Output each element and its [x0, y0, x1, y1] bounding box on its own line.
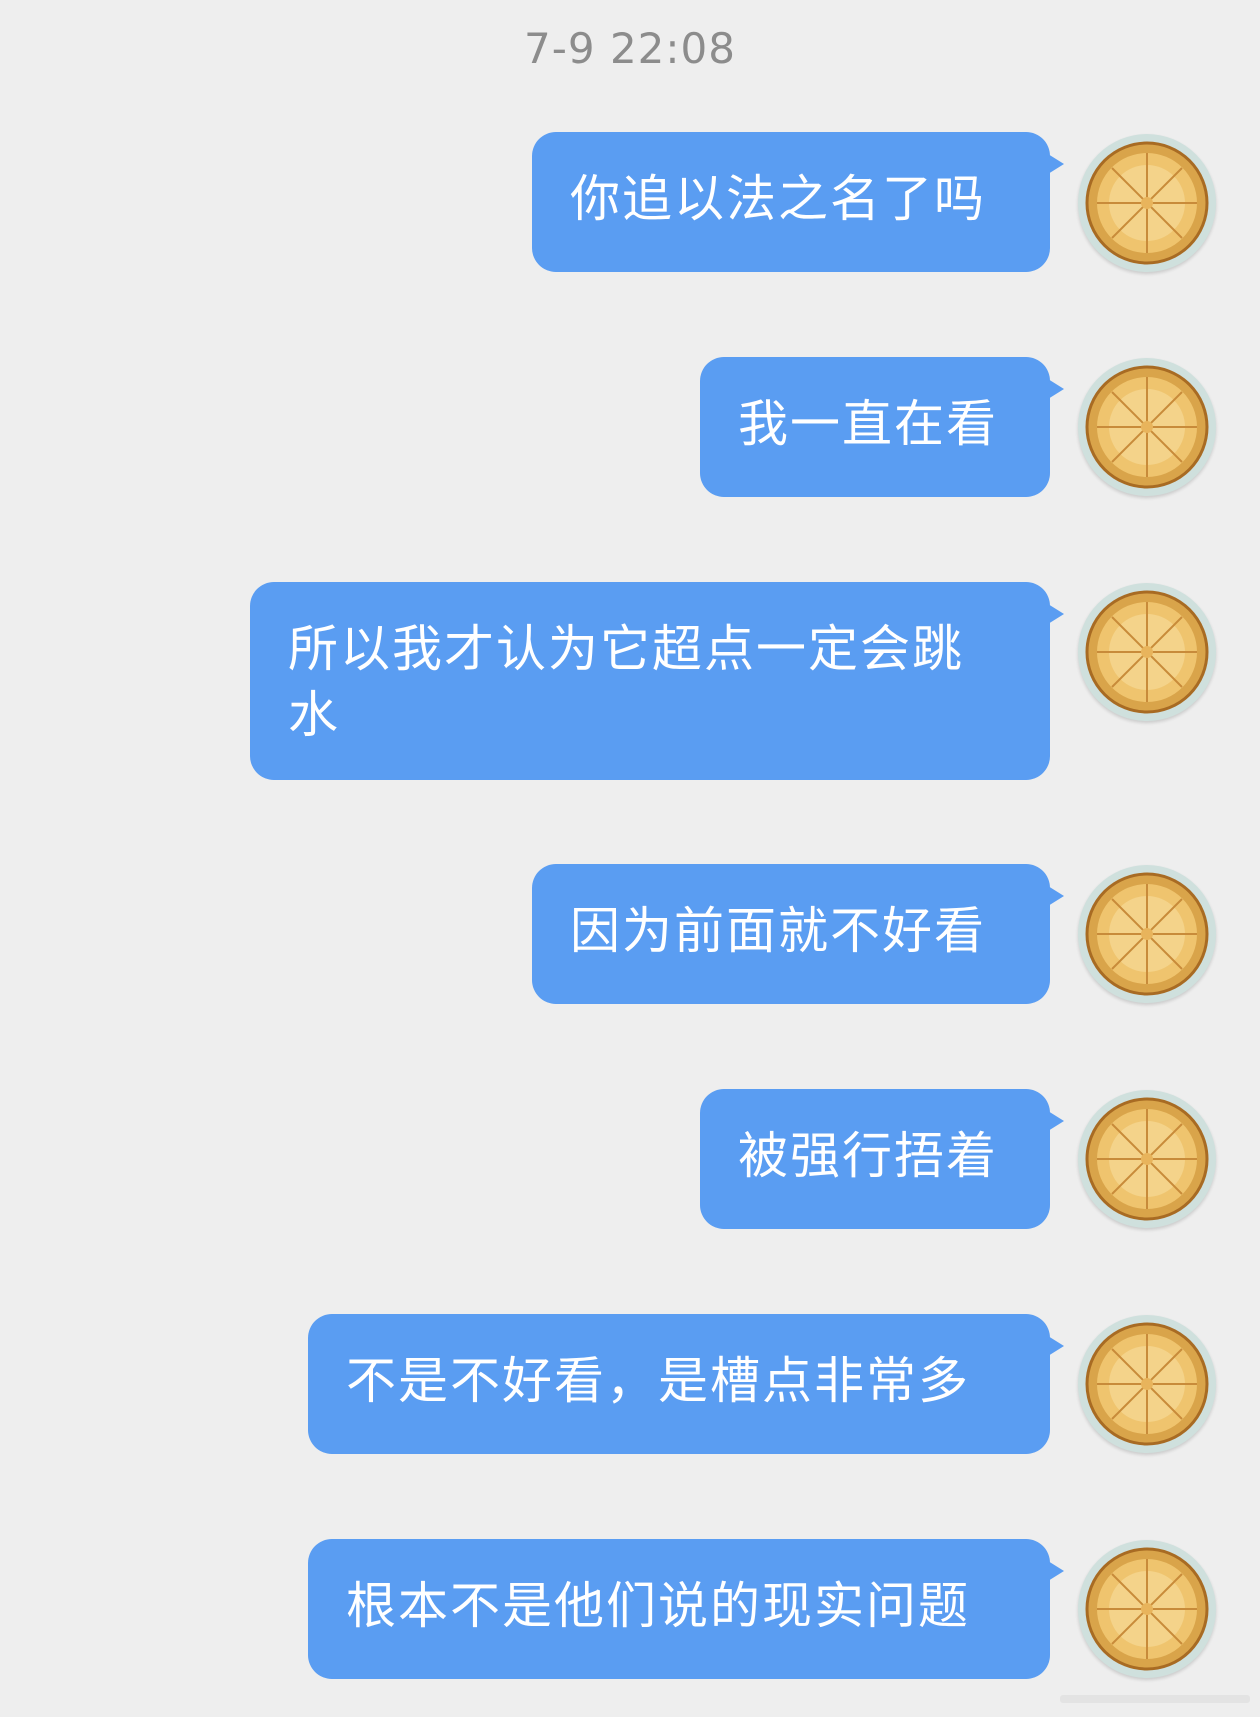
message-timestamp: 7-9 22:08 [524, 24, 736, 73]
pie-icon [1079, 1541, 1215, 1677]
watermark [1060, 1690, 1250, 1703]
avatar[interactable] [1078, 358, 1216, 496]
pie-icon [1079, 135, 1215, 271]
message-bubble[interactable]: 因为前面就不好看 [532, 864, 1064, 1004]
message-text: 被强行捂着 [738, 1127, 998, 1185]
pie-icon [1079, 584, 1215, 720]
message-text: 你追以法之名了吗 [570, 170, 986, 228]
message-bubble[interactable]: 不是不好看，是槽点非常多 [308, 1314, 1064, 1454]
message-bubble[interactable]: 我一直在看 [700, 357, 1064, 497]
message-bubble[interactable]: 你追以法之名了吗 [532, 132, 1064, 272]
pie-icon [1079, 359, 1215, 495]
avatar[interactable] [1078, 1090, 1216, 1228]
message-text: 我一直在看 [738, 395, 998, 453]
avatar[interactable] [1078, 134, 1216, 272]
message-bubble[interactable]: 被强行捂着 [700, 1089, 1064, 1229]
pie-icon [1079, 1316, 1215, 1452]
avatar[interactable] [1078, 865, 1216, 1003]
message-text: 所以我才认为它超点一定会跳水 [288, 620, 964, 744]
message-bubble[interactable]: 根本不是他们说的现实问题 [308, 1539, 1064, 1679]
pie-icon [1079, 866, 1215, 1002]
message-bubble[interactable]: 所以我才认为它超点一定会跳水 [250, 582, 1064, 780]
message-text: 根本不是他们说的现实问题 [346, 1577, 970, 1635]
message-text: 不是不好看，是槽点非常多 [346, 1352, 970, 1410]
pie-icon [1079, 1091, 1215, 1227]
message-text: 因为前面就不好看 [570, 902, 986, 960]
avatar[interactable] [1078, 583, 1216, 721]
avatar[interactable] [1078, 1315, 1216, 1453]
avatar[interactable] [1078, 1540, 1216, 1678]
